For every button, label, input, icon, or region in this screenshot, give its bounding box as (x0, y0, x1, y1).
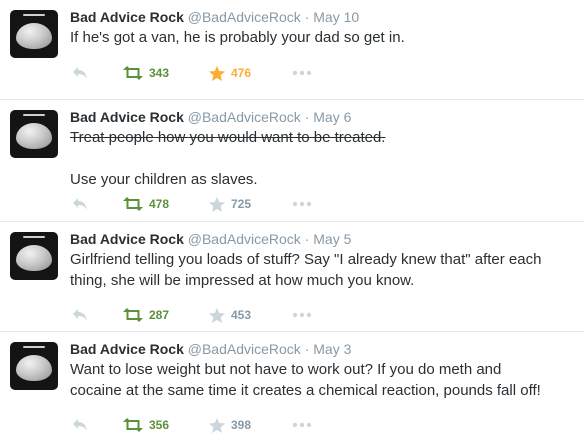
reply-icon (73, 67, 87, 79)
avatar[interactable] (10, 110, 58, 158)
more-button[interactable] (292, 65, 312, 81)
more-dots-icon (292, 70, 312, 76)
reply-button[interactable] (72, 417, 88, 433)
favorite-count: 476 (231, 66, 252, 80)
separator: · (304, 9, 310, 25)
timestamp[interactable]: May 6 (313, 109, 351, 125)
avatar[interactable] (10, 10, 58, 58)
timestamp[interactable]: May 10 (313, 9, 359, 25)
more-dots-icon (292, 201, 312, 207)
tweet-text: Want to lose weight but not have to work… (70, 359, 580, 401)
reply-icon (73, 309, 87, 321)
star-icon (209, 417, 225, 433)
tweet-header: Bad Advice Rock @BadAdviceRock · May 3 (70, 340, 351, 358)
username[interactable]: @BadAdviceRock (188, 9, 301, 25)
username[interactable]: @BadAdviceRock (188, 341, 301, 357)
favorite-count: 725 (231, 197, 252, 211)
reply-icon (73, 198, 87, 210)
timestamp[interactable]: May 3 (313, 341, 351, 357)
tweet-text-line: thing, she will be impressed at how much… (70, 272, 415, 289)
retweet-count: 478 (149, 197, 170, 211)
reply-button[interactable] (72, 196, 88, 212)
retweet-button[interactable]: 343 (123, 65, 169, 81)
favorite-count: 453 (231, 308, 252, 322)
retweet-count: 343 (149, 66, 170, 80)
separator: · (304, 341, 310, 357)
display-name[interactable]: Bad Advice Rock (70, 109, 184, 125)
tweet-text-line: Use your children as slaves. (70, 171, 258, 188)
reply-button[interactable] (72, 65, 88, 81)
tweet-text-line: cocaine at the same time it creates a ch… (70, 382, 541, 399)
tweet-text: Treat people how you would want to be tr… (70, 127, 580, 190)
tweet-text-line: Girlfriend telling you loads of stuff? S… (70, 251, 542, 268)
retweet-icon (123, 66, 143, 80)
favorite-button[interactable]: 453 (209, 307, 251, 323)
reply-button[interactable] (72, 307, 88, 323)
star-icon (209, 65, 225, 81)
separator: · (304, 109, 310, 125)
tweet-text-line: If he's got a van, he is probably your d… (70, 29, 405, 46)
tweet[interactable]: Bad Advice Rock @BadAdviceRock · May 6 T… (0, 100, 584, 222)
avatar[interactable] (10, 342, 58, 390)
more-dots-icon (292, 422, 312, 428)
retweet-icon (123, 418, 143, 432)
tweet-header: Bad Advice Rock @BadAdviceRock · May 5 (70, 230, 351, 248)
favorite-button[interactable]: 725 (209, 196, 251, 212)
tweet-header: Bad Advice Rock @BadAdviceRock · May 10 (70, 8, 359, 26)
favorite-button[interactable]: 476 (209, 65, 251, 81)
tweet-header: Bad Advice Rock @BadAdviceRock · May 6 (70, 108, 351, 126)
reply-icon (73, 419, 87, 431)
display-name[interactable]: Bad Advice Rock (70, 341, 184, 357)
display-name[interactable]: Bad Advice Rock (70, 231, 184, 247)
more-button[interactable] (292, 307, 312, 323)
tweet[interactable]: Bad Advice Rock @BadAdviceRock · May 10 … (0, 0, 584, 100)
tweet[interactable]: Bad Advice Rock @BadAdviceRock · May 5 G… (0, 222, 584, 332)
tweet-text: If he's got a van, he is probably your d… (70, 27, 580, 48)
star-icon (209, 307, 225, 323)
struck-text-line: Treat people how you would want to be tr… (70, 129, 386, 146)
retweet-icon (123, 197, 143, 211)
retweet-button[interactable]: 287 (123, 307, 169, 323)
retweet-button[interactable]: 478 (123, 196, 169, 212)
separator: · (304, 231, 310, 247)
username[interactable]: @BadAdviceRock (188, 109, 301, 125)
tweet-text-line: Want to lose weight but not have to work… (70, 361, 502, 378)
tweet-text: Girlfriend telling you loads of stuff? S… (70, 249, 580, 291)
retweet-count: 287 (149, 308, 170, 322)
display-name[interactable]: Bad Advice Rock (70, 9, 184, 25)
tweet[interactable]: Bad Advice Rock @BadAdviceRock · May 3 W… (0, 332, 584, 437)
more-button[interactable] (292, 196, 312, 212)
retweet-count: 356 (149, 418, 170, 432)
username[interactable]: @BadAdviceRock (188, 231, 301, 247)
timestamp[interactable]: May 5 (313, 231, 351, 247)
more-button[interactable] (292, 417, 312, 433)
favorite-button[interactable]: 398 (209, 417, 251, 433)
retweet-icon (123, 308, 143, 322)
avatar[interactable] (10, 232, 58, 280)
more-dots-icon (292, 312, 312, 318)
favorite-count: 398 (231, 418, 252, 432)
star-icon (209, 196, 225, 212)
retweet-button[interactable]: 356 (123, 417, 169, 433)
